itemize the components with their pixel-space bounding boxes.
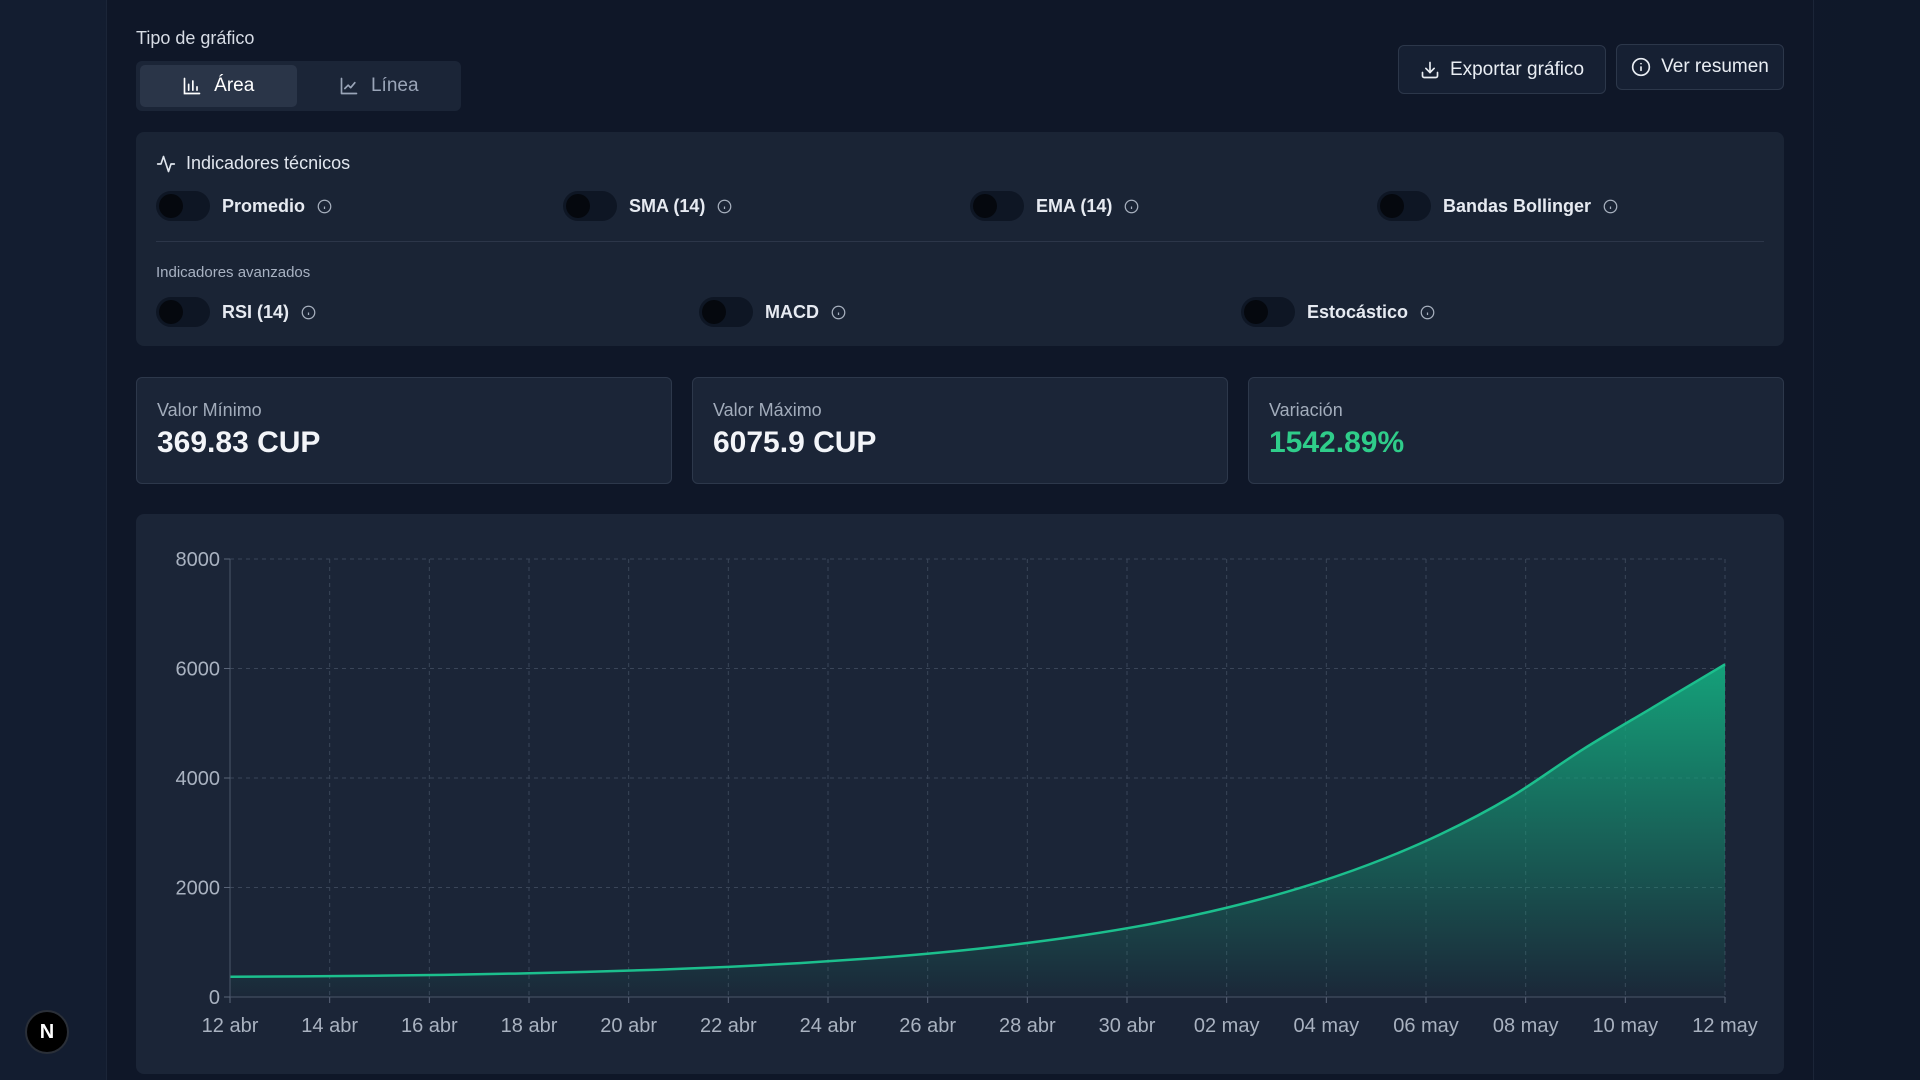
indicator-label: Estocástico [1307, 301, 1409, 322]
info-icon[interactable] [317, 199, 332, 214]
promedio-toggle[interactable] [156, 191, 210, 221]
indicators-divider [156, 241, 1764, 242]
export-chart-button[interactable]: Exportar gráfico [1398, 45, 1606, 94]
info-icon [1631, 57, 1651, 77]
macd-toggle[interactable] [699, 297, 753, 327]
view-summary-button[interactable]: Ver resumen [1616, 44, 1784, 90]
ema-toggle[interactable] [970, 191, 1024, 221]
x-tick-label: 18 abr [501, 1015, 558, 1037]
indicator-macd: MACD [699, 297, 846, 327]
info-icon[interactable] [301, 305, 316, 320]
indicator-label: Bandas Bollinger [1443, 195, 1592, 216]
chart-type-toggle: Área Línea [136, 61, 461, 111]
chart-type-label: Tipo de gráfico [136, 28, 255, 48]
x-tick-label: 16 abr [401, 1015, 458, 1037]
indicator-rsi: RSI (14) [156, 297, 316, 327]
price-chart: 0 2000 4000 6000 8000 12 abr 14 abr 16 abr 18 ab… [176, 549, 1758, 1037]
indicator-ema: EMA (14) [970, 191, 1139, 221]
advanced-indicators-label: Indicadores avanzados [156, 264, 311, 281]
indicators-title-text: Indicadores técnicos [186, 153, 351, 173]
x-tick-label: 10 may [1593, 1015, 1659, 1037]
min-value-label: Valor Mínimo [157, 400, 262, 420]
x-tick-label: 14 abr [301, 1015, 358, 1037]
max-value: 6075.9 CUP [713, 426, 877, 459]
info-icon[interactable] [1603, 199, 1618, 214]
info-icon[interactable] [717, 199, 732, 214]
x-tick-label: 26 abr [899, 1015, 956, 1037]
variation-value: 1542.89% [1269, 426, 1405, 459]
info-icon[interactable] [1124, 199, 1139, 214]
y-tick-label: 8000 [176, 549, 221, 571]
indicator-label: MACD [765, 301, 819, 322]
variation-card: Variación 1542.89% [1248, 377, 1784, 484]
bar-chart-icon [183, 77, 201, 95]
area-type-label: Área [214, 75, 255, 96]
area-type-button[interactable]: Área [140, 65, 297, 107]
indicator-bollinger: Bandas Bollinger [1377, 191, 1618, 221]
x-tick-label: 20 abr [600, 1015, 657, 1037]
view-summary-label: Ver resumen [1661, 56, 1769, 77]
bollinger-toggle[interactable] [1377, 191, 1431, 221]
x-tick-label: 12 may [1692, 1015, 1758, 1037]
min-value-card: Valor Mínimo 369.83 CUP [136, 377, 672, 484]
x-tick-label: 30 abr [1099, 1015, 1156, 1037]
indicator-label: Promedio [222, 195, 306, 216]
line-type-label: Línea [370, 75, 419, 96]
min-value: 369.83 CUP [157, 426, 321, 459]
indicators-title: Indicadores técnicos [156, 153, 350, 174]
x-tick-label: 08 may [1493, 1015, 1559, 1037]
y-tick-label: 0 [209, 987, 220, 1009]
sma-toggle[interactable] [563, 191, 617, 221]
x-tick-label: 24 abr [800, 1015, 857, 1037]
indicator-label: EMA (14) [1036, 195, 1113, 216]
x-tick-label: 06 may [1393, 1015, 1459, 1037]
indicator-promedio: Promedio [156, 191, 332, 221]
y-tick-label: 4000 [176, 768, 221, 790]
x-tick-label: 04 may [1294, 1015, 1360, 1037]
stochastic-toggle[interactable] [1241, 297, 1295, 327]
line-type-button[interactable]: Línea [301, 65, 458, 107]
indicator-stochastic: Estocástico [1241, 297, 1435, 327]
area-fill [230, 664, 1725, 997]
line-chart-icon [340, 77, 358, 95]
framework-badge[interactable]: N [25, 1010, 69, 1054]
x-tick-label: 28 abr [999, 1015, 1056, 1037]
activity-icon [156, 155, 176, 172]
max-value-card: Valor Máximo 6075.9 CUP [692, 377, 1228, 484]
download-icon [1421, 61, 1439, 78]
max-value-label: Valor Máximo [713, 400, 822, 420]
x-tick-label: 12 abr [202, 1015, 259, 1037]
indicator-label: SMA (14) [629, 195, 706, 216]
info-icon[interactable] [831, 305, 846, 320]
export-chart-label: Exportar gráfico [1449, 58, 1585, 80]
x-tick-label: 02 may [1194, 1015, 1260, 1037]
indicator-label: RSI (14) [222, 301, 290, 322]
indicators-card [136, 132, 1784, 346]
info-icon[interactable] [1420, 305, 1435, 320]
variation-label: Variación [1269, 400, 1343, 420]
y-tick-label: 2000 [176, 878, 221, 900]
x-tick-label: 22 abr [700, 1015, 757, 1037]
y-tick-label: 6000 [176, 659, 221, 681]
rsi-toggle[interactable] [156, 297, 210, 327]
indicator-sma: SMA (14) [563, 191, 732, 221]
